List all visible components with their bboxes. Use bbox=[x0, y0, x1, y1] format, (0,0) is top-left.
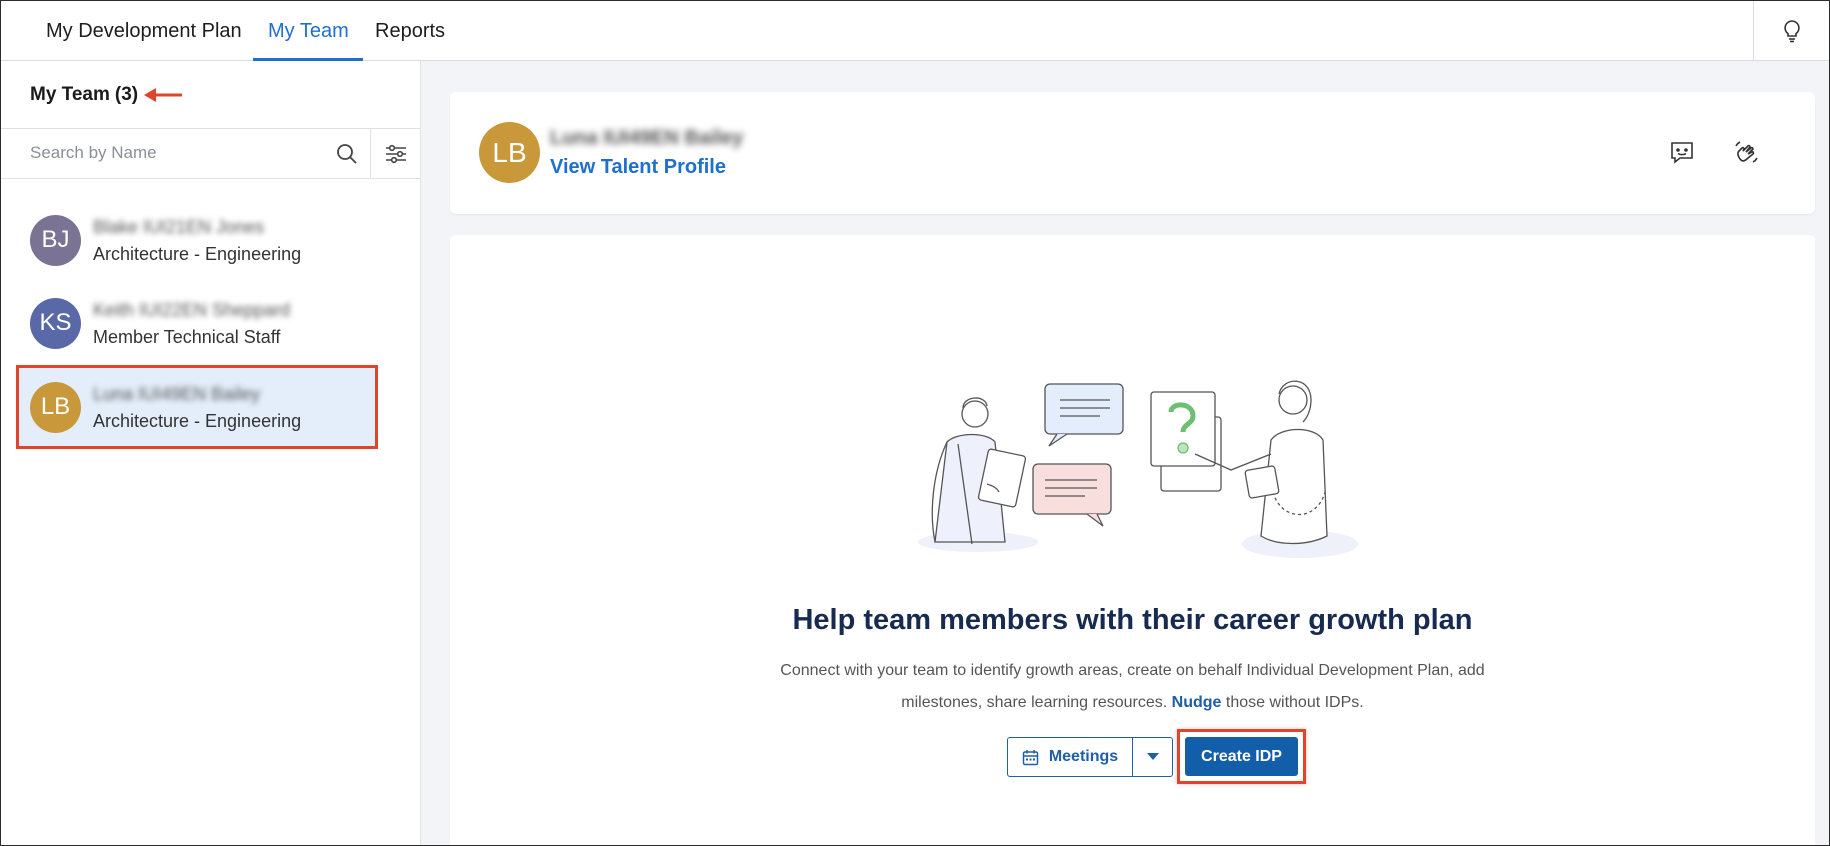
meetings-dropdown-button[interactable] bbox=[1133, 737, 1173, 777]
nudge-link[interactable]: Nudge bbox=[1172, 694, 1222, 711]
profile-name: Luna IUI49EN Bailey bbox=[550, 127, 744, 149]
avatar: LB bbox=[30, 381, 81, 433]
member-role: Architecture - Engineering bbox=[93, 243, 302, 264]
member-role: Architecture - Engineering bbox=[93, 410, 302, 431]
waving-hand-icon[interactable] bbox=[1733, 140, 1759, 166]
filter-button[interactable] bbox=[370, 129, 421, 178]
team-member-item[interactable]: KS Keith IUI22EN Sheppard Member Technic… bbox=[19, 284, 375, 362]
team-count: (3) bbox=[114, 83, 139, 105]
tab-reports[interactable]: Reports bbox=[375, 1, 445, 61]
member-name: Blake IUI21EN Jones bbox=[93, 216, 265, 237]
team-sidebar: My Team (3) BJ B bbox=[1, 61, 421, 845]
team-discussion-illustration bbox=[918, 380, 1358, 558]
description-line-1: Connect with your team to identify growt… bbox=[780, 662, 1485, 679]
tab-my-team[interactable]: My Team bbox=[253, 1, 363, 61]
profile-card: LB Luna IUI49EN Bailey View Talent Profi… bbox=[450, 92, 1815, 214]
view-talent-profile-link[interactable]: View Talent Profile bbox=[550, 156, 726, 179]
description-text: those without IDPs. bbox=[1225, 694, 1364, 711]
member-role: Member Technical Staff bbox=[93, 326, 281, 347]
search-icon[interactable] bbox=[335, 142, 359, 166]
search-bar bbox=[1, 129, 420, 179]
team-member-item[interactable]: BJ Blake IUI21EN Jones Architecture - En… bbox=[19, 201, 375, 279]
create-idp-button[interactable]: Create IDP bbox=[1185, 737, 1298, 776]
search-input[interactable] bbox=[1, 129, 301, 177]
profile-avatar: LB bbox=[479, 122, 540, 183]
description-text: milestones, share learning resources. bbox=[901, 694, 1168, 711]
app-frame: My Development Plan My Team Reports My T… bbox=[0, 0, 1830, 846]
team-header: My Team (3) bbox=[1, 61, 420, 129]
member-name: Keith IUI22EN Sheppard bbox=[93, 299, 291, 320]
create-idp-highlight: Create IDP bbox=[1177, 729, 1306, 784]
meetings-split-button: Meetings bbox=[1007, 737, 1173, 779]
team-title: My Team bbox=[30, 83, 110, 105]
description-line-2: milestones, share learning resources. Nu… bbox=[450, 687, 1815, 719]
calendar-icon bbox=[1022, 749, 1039, 765]
filter-sliders-icon bbox=[386, 144, 406, 163]
empty-state-description: Connect with your team to identify growt… bbox=[450, 655, 1815, 719]
avatar: BJ bbox=[30, 214, 81, 266]
top-nav: My Development Plan My Team Reports bbox=[1, 1, 1829, 61]
arrow-left-icon bbox=[144, 87, 183, 102]
tab-my-development-plan[interactable]: My Development Plan bbox=[46, 1, 242, 61]
lightbulb-icon bbox=[1783, 19, 1800, 42]
empty-state-card: Help team members with their career grow… bbox=[450, 235, 1815, 845]
avatar: KS bbox=[30, 297, 81, 349]
member-name: Luna IUI49EN Bailey bbox=[93, 383, 261, 404]
meetings-button[interactable]: Meetings bbox=[1007, 737, 1133, 777]
team-member-item-selected[interactable]: LB Luna IUI49EN Bailey Architecture - En… bbox=[16, 365, 378, 449]
meetings-label: Meetings bbox=[1048, 748, 1119, 765]
caret-down-icon bbox=[1146, 753, 1159, 760]
lightbulb-button[interactable] bbox=[1753, 1, 1829, 60]
empty-state-headline: Help team members with their career grow… bbox=[792, 604, 1473, 636]
feedback-chat-icon[interactable] bbox=[1669, 140, 1695, 166]
